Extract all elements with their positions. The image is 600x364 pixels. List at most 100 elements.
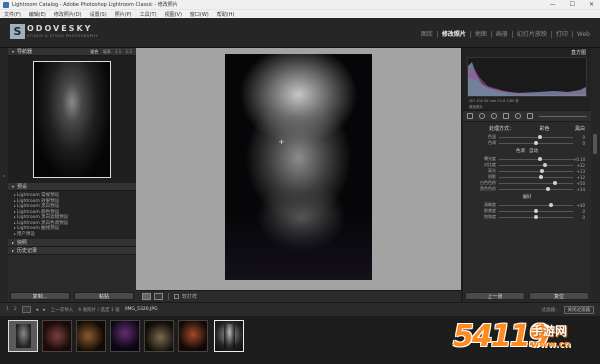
slider-knob[interactable] <box>545 186 550 191</box>
filter-dropdown[interactable]: 关闭过滤器 <box>563 305 594 314</box>
left-panel-toggle[interactable]: ◂ <box>0 48 8 302</box>
filmstrip-thumbnail-selected[interactable] <box>214 320 244 352</box>
zoom-fit[interactable]: 适合 <box>90 49 98 54</box>
slider-track[interactable] <box>499 156 573 161</box>
page-2-button[interactable]: 2 <box>14 307 17 312</box>
loupe-view[interactable]: ✛ <box>136 48 461 290</box>
menu-edit[interactable]: 编辑(E) <box>29 11 46 18</box>
slider-knob[interactable] <box>548 202 553 207</box>
previous-settings-button[interactable]: 上一张 <box>465 292 525 300</box>
module-slideshow[interactable]: 幻灯片放映 <box>513 31 552 38</box>
slider-value[interactable]: +40 <box>573 203 585 208</box>
red-eye-icon[interactable] <box>491 113 497 119</box>
zoom-1-2[interactable]: 1:2 <box>126 49 132 54</box>
color-treatment-button[interactable]: 彩色 <box>539 125 549 132</box>
histogram-graph[interactable] <box>467 57 587 97</box>
scrollbar-thumb[interactable] <box>593 134 597 154</box>
minimize-icon[interactable]: — <box>550 0 556 9</box>
filmstrip-thumbnail[interactable] <box>8 320 38 352</box>
reset-button[interactable]: 复位 <box>529 292 589 300</box>
right-panel-scrollbar[interactable] <box>591 48 600 302</box>
spot-removal-icon[interactable] <box>479 113 485 119</box>
slider-value[interactable]: +32 <box>573 163 585 168</box>
slider-track[interactable] <box>499 208 573 213</box>
slider-track[interactable] <box>499 186 573 191</box>
filmstrip-thumbnail[interactable] <box>144 320 174 352</box>
copy-settings-button[interactable]: 复制... <box>10 292 70 300</box>
slider-value[interactable]: +50 <box>573 181 585 186</box>
filmstrip-thumbnail[interactable] <box>110 320 140 352</box>
slider-knob[interactable] <box>537 156 542 161</box>
module-web[interactable]: Web <box>573 31 594 38</box>
slider-knob[interactable] <box>539 168 544 173</box>
slider-value[interactable]: +13 <box>573 169 585 174</box>
slider-track[interactable] <box>499 168 573 173</box>
filmstrip-thumbnail[interactable] <box>178 320 208 352</box>
slider-track[interactable] <box>499 202 573 207</box>
slider-knob[interactable] <box>534 208 538 213</box>
slider-knob[interactable] <box>542 162 547 167</box>
preset-folder[interactable]: 用户预设 <box>14 232 136 238</box>
before-after-icon[interactable] <box>154 293 163 300</box>
close-icon[interactable]: ✕ <box>589 0 594 9</box>
menu-view[interactable]: 视图(V) <box>165 11 182 18</box>
brush-tool-icon[interactable] <box>527 113 533 119</box>
navigator-preview[interactable] <box>8 56 136 183</box>
page-1-button[interactable]: 1 <box>6 307 9 312</box>
slider-knob[interactable] <box>534 140 538 145</box>
crop-tool-icon[interactable] <box>467 113 473 119</box>
menu-help[interactable]: 帮助(H) <box>217 11 235 18</box>
bw-treatment-button[interactable]: 黑白 <box>575 125 585 132</box>
module-library[interactable]: 图库 <box>417 31 438 38</box>
module-print[interactable]: 打印 <box>552 31 573 38</box>
slider-value[interactable]: 0 <box>573 141 585 146</box>
menu-window[interactable]: 窗口(W) <box>190 11 209 18</box>
navigator-thumbnail[interactable] <box>33 61 111 178</box>
presets-header[interactable]: ▾ 预设 <box>8 183 136 191</box>
slider-track[interactable] <box>499 180 573 185</box>
main-photo[interactable] <box>225 54 372 280</box>
filmstrip-thumbnail[interactable] <box>42 320 72 352</box>
filmstrip-thumbnail[interactable] <box>76 320 106 352</box>
menu-photo[interactable]: 照片(P) <box>115 11 132 18</box>
slider-value[interactable]: 0 <box>573 135 585 140</box>
slider-label: 黑色色阶 <box>480 186 496 191</box>
maximize-icon[interactable]: ☐ <box>570 0 575 9</box>
history-header[interactable]: ▸ 历史记录 <box>8 247 136 255</box>
slider-knob[interactable] <box>552 180 557 185</box>
radial-filter-icon[interactable] <box>515 113 521 119</box>
menu-file[interactable]: 文件(F) <box>4 11 21 18</box>
module-book[interactable]: 画册 <box>492 31 513 38</box>
slider-knob[interactable] <box>534 214 538 219</box>
menu-settings[interactable]: 设置(S) <box>90 11 107 18</box>
menu-develop[interactable]: 修改照片(D) <box>54 11 82 18</box>
module-develop[interactable]: 修改照片 <box>438 31 471 38</box>
paste-settings-button[interactable]: 粘贴 <box>74 292 134 300</box>
menu-tools[interactable]: 工具(T) <box>140 11 157 18</box>
slider-value[interactable]: +12 <box>573 175 585 180</box>
slider-knob[interactable] <box>537 134 542 139</box>
source-label[interactable]: 上一次导入 <box>51 307 74 313</box>
loupe-view-icon[interactable] <box>142 293 151 300</box>
navigator-header[interactable]: ▾ 导航器 适合 填满 1:1 1:2 <box>8 48 136 56</box>
tone-auto-button[interactable]: 自动 <box>529 149 538 154</box>
slider-track[interactable] <box>499 162 573 167</box>
graduated-filter-icon[interactable] <box>503 113 509 119</box>
grid-view-icon[interactable] <box>21 306 31 313</box>
slider-value[interactable]: 0 <box>573 215 585 220</box>
slider-track[interactable] <box>499 134 573 139</box>
slider-value[interactable]: 0 <box>573 209 585 214</box>
forward-arrow-icon[interactable]: ▸ <box>43 307 46 313</box>
back-arrow-icon[interactable]: ◂ <box>36 307 39 313</box>
slider-track[interactable] <box>499 214 573 219</box>
zoom-1-1[interactable]: 1:1 <box>115 49 121 54</box>
slider-track[interactable] <box>499 140 573 145</box>
slider-value[interactable]: +0.10 <box>573 157 585 162</box>
slider-knob[interactable] <box>539 174 544 179</box>
module-map[interactable]: 地图 <box>471 31 492 38</box>
snapshots-header[interactable]: ▸ 快照 <box>8 239 136 247</box>
slider-track[interactable] <box>499 174 573 179</box>
zoom-fill[interactable]: 填满 <box>103 49 111 54</box>
softproof-checkbox[interactable] <box>174 294 179 299</box>
slider-value[interactable]: +34 <box>573 187 585 192</box>
